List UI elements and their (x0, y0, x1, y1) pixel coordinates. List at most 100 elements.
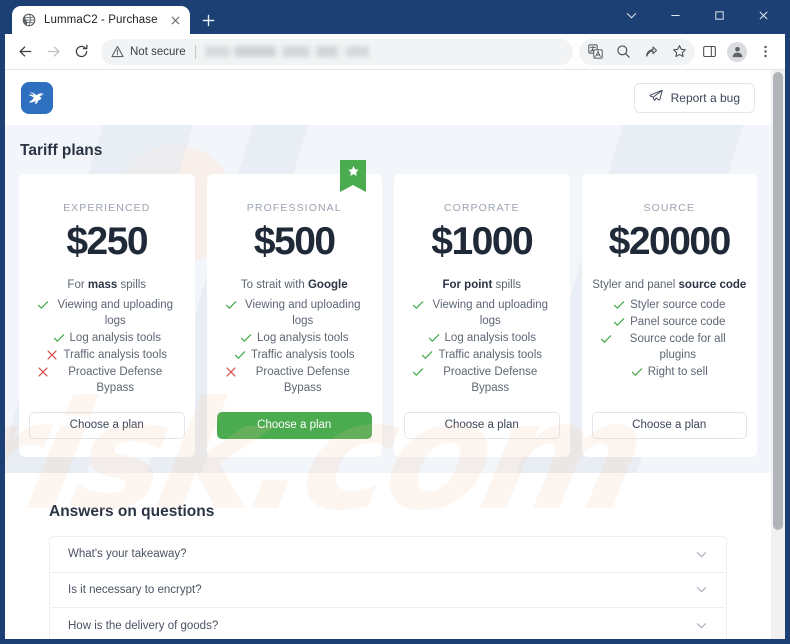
check-icon (412, 299, 424, 311)
feature-item: Proactive Defense Bypass (404, 364, 560, 396)
bookmark-star-icon[interactable] (665, 38, 693, 66)
url-text-redacted[interactable] (205, 46, 563, 57)
translate-icon[interactable] (581, 38, 609, 66)
tab-search-chevron-icon[interactable] (609, 0, 653, 30)
tagline-post: spills (117, 279, 146, 291)
faq-list: What's your takeaway? Is it necessary to … (49, 536, 727, 639)
tab-lummac2-purchase[interactable]: LummaC2 - Purchase (12, 6, 190, 34)
avatar (727, 42, 747, 62)
plan-tagline: For mass spills (29, 279, 185, 291)
close-icon[interactable] (741, 0, 785, 30)
feature-list: Viewing and uploading logsLog analysis t… (404, 296, 560, 396)
tab-close-icon[interactable] (167, 12, 183, 28)
scrollbar-thumb[interactable] (773, 72, 783, 530)
choose-a-plan-button[interactable]: Choose a plan (592, 412, 748, 439)
feature-item: Panel source code (592, 314, 748, 330)
plan-name: SOURCE (592, 202, 748, 214)
plan-name: EXPERIENCED (29, 202, 185, 214)
feature-item: Viewing and uploading logs (404, 297, 560, 329)
feature-label: Proactive Defense Bypass (54, 364, 176, 396)
tagline-emphasis: For point (442, 279, 492, 291)
feature-item: Log analysis tools (29, 330, 185, 346)
tab-title: LummaC2 - Purchase (44, 14, 167, 26)
faq-row[interactable]: What's your takeaway? (50, 537, 726, 573)
feature-list: Viewing and uploading logsLog analysis t… (29, 296, 185, 396)
plan-tagline: To strait with Google (217, 279, 373, 291)
plan-price: $250 (29, 222, 185, 263)
choose-a-plan-button[interactable]: Choose a plan (29, 412, 185, 439)
tagline-emphasis: source code (679, 279, 747, 291)
faq-row[interactable]: Is it necessary to encrypt? (50, 573, 726, 609)
report-a-bug-label: Report a bug (671, 91, 740, 105)
pricing-card-source: SOURCE $20000 Styler and panel source code… (582, 174, 758, 457)
cross-icon (46, 349, 58, 361)
faq-question: Is it necessary to encrypt? (68, 584, 695, 596)
check-icon (225, 299, 237, 311)
tagline-pre: For (67, 279, 87, 291)
profile-avatar-icon[interactable] (723, 38, 751, 66)
featured-star-ribbon-icon (340, 160, 366, 192)
chevron-down-icon[interactable] (695, 548, 708, 561)
tagline-emphasis: Google (308, 279, 348, 291)
feature-label: Viewing and uploading logs (242, 297, 364, 329)
reload-icon[interactable] (67, 38, 95, 66)
check-icon (53, 332, 65, 344)
feature-label: Log analysis tools (445, 330, 536, 346)
choose-a-plan-button[interactable]: Choose a plan (217, 412, 373, 439)
card-spacer (592, 380, 748, 412)
feature-label: Log analysis tools (70, 330, 161, 346)
faq-row[interactable]: How is the delivery of goods? (50, 608, 726, 639)
omnibox-divider (195, 45, 196, 59)
faq-section: Answers on questions What's your takeawa… (5, 473, 771, 639)
feature-item: Traffic analysis tools (217, 347, 373, 363)
back-arrow-icon[interactable] (11, 38, 39, 66)
address-bar[interactable]: Not secure (101, 39, 573, 65)
maximize-icon[interactable] (697, 0, 741, 30)
cross-icon (37, 366, 49, 378)
feature-label: Right to sell (648, 364, 708, 380)
feature-label: Viewing and uploading logs (429, 297, 551, 329)
pricing-cards: EXPERIENCED $250 For mass spills Viewing an… (19, 174, 757, 457)
hummingbird-logo-icon[interactable] (21, 82, 53, 114)
share-icon[interactable] (637, 38, 665, 66)
search-icon[interactable] (609, 38, 637, 66)
report-a-bug-button[interactable]: Report a bug (634, 83, 755, 113)
plan-price: $500 (217, 222, 373, 263)
faq-title: Answers on questions (49, 503, 727, 521)
browser-window: LummaC2 - Purchase (0, 0, 790, 644)
faq-question: What's your takeaway? (68, 548, 695, 560)
side-panel-icon[interactable] (695, 38, 723, 66)
pricing-card-corporate: CORPORATE$1000For point spillsViewing an… (394, 174, 570, 457)
feature-label: Log analysis tools (257, 330, 348, 346)
minimize-icon[interactable] (653, 0, 697, 30)
card-spacer (217, 396, 373, 412)
check-icon (421, 349, 433, 361)
not-secure-warning-icon (111, 45, 124, 58)
feature-list: Viewing and uploading logsLog analysis t… (217, 296, 373, 396)
new-tab-button[interactable] (195, 7, 221, 33)
faq-question: How is the delivery of goods? (68, 620, 695, 632)
feature-item: Right to sell (592, 364, 748, 380)
tagline-post: spills (492, 279, 521, 291)
check-icon (613, 299, 625, 311)
feature-item: Viewing and uploading logs (217, 297, 373, 329)
tagline-pre: Styler and panel (592, 279, 678, 291)
chevron-down-icon[interactable] (695, 583, 708, 596)
forward-arrow-icon[interactable] (39, 38, 67, 66)
page-scrollbar[interactable] (771, 70, 785, 639)
feature-label: Traffic analysis tools (438, 347, 542, 363)
check-icon (412, 366, 424, 378)
chevron-down-icon[interactable] (695, 619, 708, 632)
globe-icon (22, 13, 36, 27)
plan-name: PROFESSIONAL (217, 202, 373, 214)
check-icon (613, 316, 625, 328)
feature-label: Panel source code (630, 314, 725, 330)
feature-list: Styler source codePanel source codeSourc… (592, 296, 748, 380)
check-icon (240, 332, 252, 344)
security-status-label: Not secure (130, 46, 186, 58)
three-dot-menu-icon[interactable] (751, 38, 779, 66)
plan-price: $20000 (592, 222, 748, 263)
feature-item: Proactive Defense Bypass (217, 364, 373, 396)
plan-tagline: Styler and panel source code (592, 279, 748, 291)
choose-a-plan-button[interactable]: Choose a plan (404, 412, 560, 439)
